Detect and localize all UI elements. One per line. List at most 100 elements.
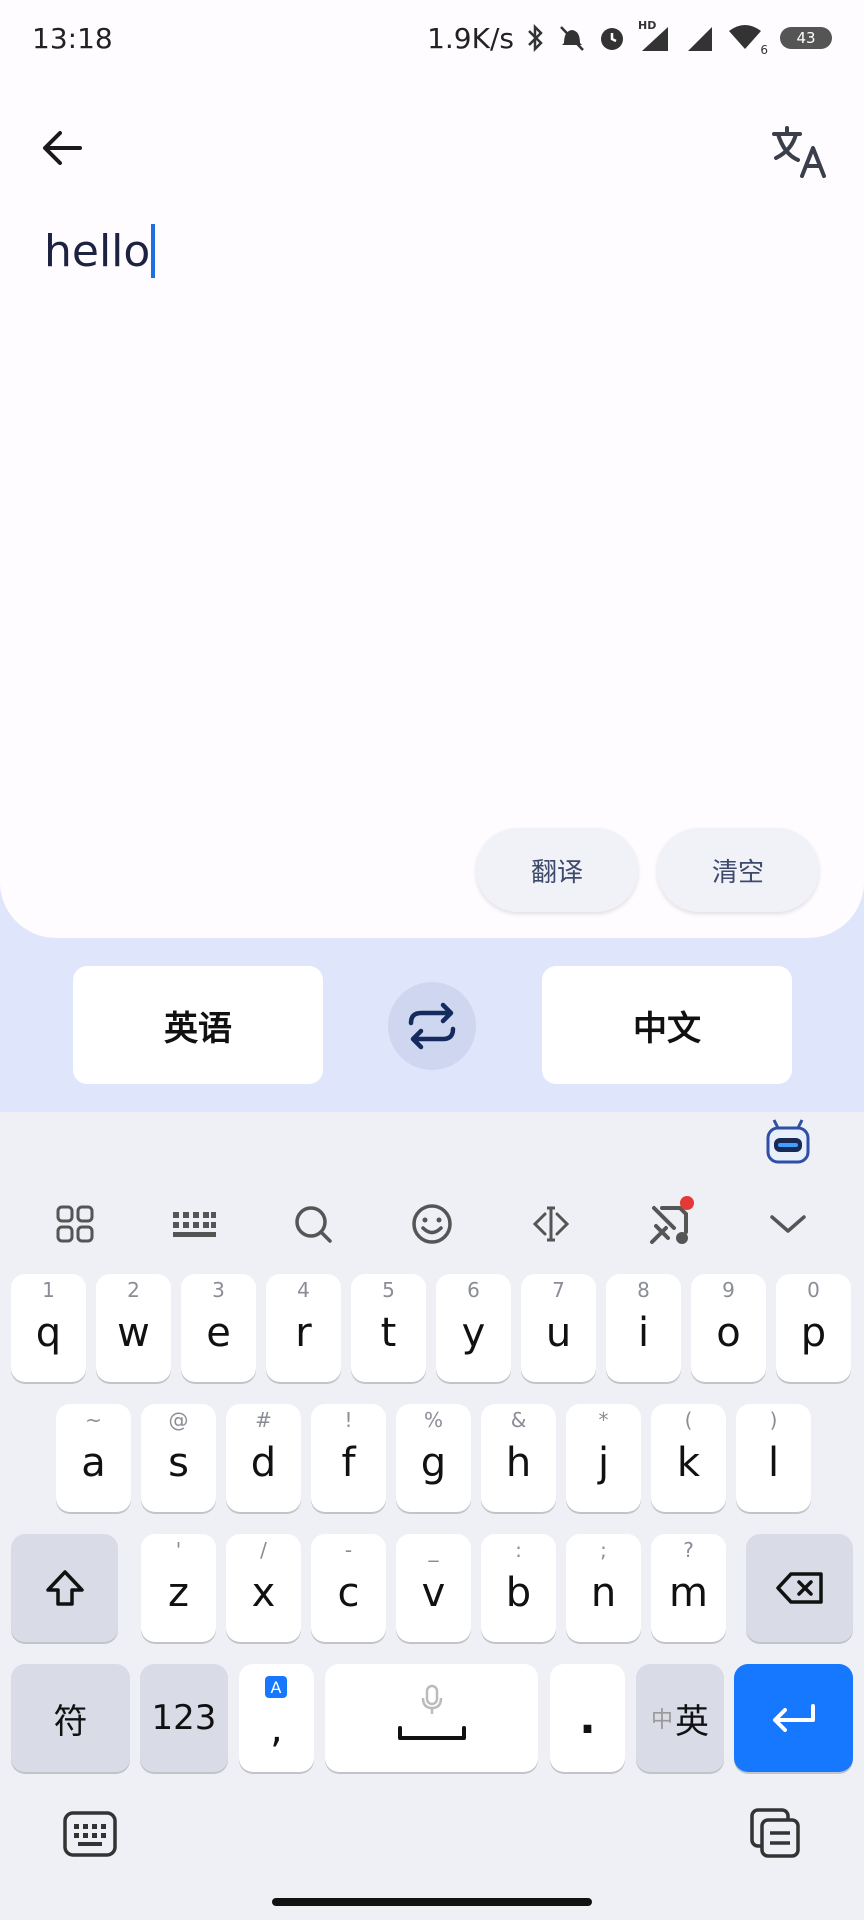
text-cursor-icon: [532, 1206, 569, 1242]
key-label: l: [767, 1440, 780, 1486]
key-hint: 4: [297, 1278, 310, 1302]
key-o[interactable]: 9o: [691, 1274, 766, 1382]
space-bar-icon: [398, 1726, 466, 1740]
backspace-key[interactable]: [746, 1534, 853, 1642]
key-hint: ;: [600, 1538, 607, 1562]
keyboard-switch-button[interactable]: [62, 1810, 118, 1860]
clear-button[interactable]: 清空: [657, 828, 819, 912]
translate-mode-button[interactable]: [764, 116, 836, 188]
wifi-sub: 6: [760, 43, 768, 57]
key-v[interactable]: _ v: [396, 1534, 471, 1642]
microphone-icon: [421, 1684, 443, 1714]
translate-button[interactable]: 翻译: [476, 828, 638, 912]
comma-key-label: ,: [270, 1706, 283, 1752]
key-hint: :: [515, 1538, 522, 1562]
source-language-button[interactable]: 英语: [73, 966, 323, 1084]
battery-indicator: 43: [780, 27, 832, 49]
key-n[interactable]: ; n: [566, 1534, 641, 1642]
arrow-left-icon: [43, 131, 82, 165]
key-h[interactable]: & h: [481, 1404, 556, 1512]
key-e[interactable]: 3e: [181, 1274, 256, 1382]
clipboard-button[interactable]: [748, 1806, 802, 1860]
key-z[interactable]: ' z: [141, 1534, 216, 1642]
key-f[interactable]: ! f: [311, 1404, 386, 1512]
key-y[interactable]: 6y: [436, 1274, 511, 1382]
source-text: hello: [44, 225, 151, 277]
key-label: n: [590, 1570, 617, 1616]
enter-key[interactable]: [734, 1664, 853, 1772]
emoji-icon: [412, 1204, 452, 1244]
key-label: z: [168, 1570, 189, 1616]
emoji-button[interactable]: [392, 1194, 472, 1254]
key-hint: 8: [637, 1278, 650, 1302]
symbol-key[interactable]: 符: [11, 1664, 130, 1772]
key-label: m: [669, 1570, 708, 1616]
home-indicator[interactable]: [272, 1898, 592, 1906]
key-c[interactable]: -c: [311, 1534, 386, 1642]
key-label: d: [250, 1440, 277, 1486]
key-label: c: [337, 1570, 360, 1616]
shift-key[interactable]: [11, 1534, 118, 1642]
key-hint: %: [423, 1408, 443, 1432]
key-w[interactable]: 2w: [96, 1274, 171, 1382]
key-b[interactable]: :b: [481, 1534, 556, 1642]
key-r[interactable]: 4r: [266, 1274, 341, 1382]
key-g[interactable]: % g: [396, 1404, 471, 1512]
collapse-keyboard-button[interactable]: [748, 1194, 828, 1254]
translation-panel: hello 翻译 清空: [0, 76, 864, 938]
swap-languages-button[interactable]: [388, 982, 476, 1070]
period-key[interactable]: .: [550, 1664, 625, 1772]
keyboard-layout-button[interactable]: [154, 1194, 234, 1254]
key-label: f: [341, 1440, 356, 1486]
key-hint: /: [260, 1538, 267, 1562]
key-label: x: [251, 1570, 276, 1616]
key-i[interactable]: 8i: [606, 1274, 681, 1382]
key-label: b: [505, 1570, 532, 1616]
language-switch-key[interactable]: 中 英: [636, 1664, 724, 1772]
number-key[interactable]: 123: [140, 1664, 228, 1772]
key-p[interactable]: 0p: [776, 1274, 851, 1382]
back-button[interactable]: [30, 116, 94, 180]
hd-badge: HD: [638, 19, 657, 32]
key-hint: (: [684, 1408, 693, 1432]
key-hint: 3: [212, 1278, 225, 1302]
translate-icon: [772, 126, 826, 178]
target-language-button[interactable]: 中文: [542, 966, 792, 1084]
key-hint: 6: [467, 1278, 480, 1302]
key-q[interactable]: 1q: [11, 1274, 86, 1382]
lang-big-label: 英: [675, 1701, 709, 1742]
search-button[interactable]: [273, 1194, 353, 1254]
keyboard-switch-icon: [63, 1811, 117, 1857]
game-mode-button[interactable]: [630, 1194, 710, 1254]
enter-icon: [772, 1704, 815, 1732]
grid-icon: [56, 1205, 94, 1243]
key-hint: !: [344, 1408, 353, 1432]
key-a[interactable]: ~ a: [56, 1404, 131, 1512]
key-l[interactable]: ) l: [736, 1404, 811, 1512]
assistant-robot-icon[interactable]: [764, 1118, 812, 1166]
key-label: y: [461, 1310, 486, 1356]
comma-key[interactable]: A ,: [239, 1664, 314, 1772]
apps-grid-button[interactable]: [35, 1194, 115, 1254]
key-x[interactable]: / x: [226, 1534, 301, 1642]
key-hint: 5: [382, 1278, 395, 1302]
key-k[interactable]: (k: [651, 1404, 726, 1512]
keyboard-toolbar: [0, 1186, 864, 1262]
cursor-edit-button[interactable]: [511, 1194, 591, 1254]
key-label: g: [420, 1440, 447, 1486]
key-hint: 9: [722, 1278, 735, 1302]
key-hint: _: [428, 1538, 439, 1562]
key-u[interactable]: 7u: [521, 1274, 596, 1382]
key-label: t: [380, 1310, 397, 1356]
key-m[interactable]: ? m: [651, 1534, 726, 1642]
key-j[interactable]: * j: [566, 1404, 641, 1512]
key-d[interactable]: # d: [226, 1404, 301, 1512]
key-label: e: [206, 1310, 231, 1356]
key-t[interactable]: 5t: [351, 1274, 426, 1382]
source-text-input[interactable]: hello: [44, 224, 156, 278]
key-label: u: [545, 1310, 572, 1356]
key-s[interactable]: @ s: [141, 1404, 216, 1512]
key-label: p: [800, 1310, 827, 1356]
key-hint: 1: [42, 1278, 55, 1302]
space-key[interactable]: [325, 1664, 538, 1772]
